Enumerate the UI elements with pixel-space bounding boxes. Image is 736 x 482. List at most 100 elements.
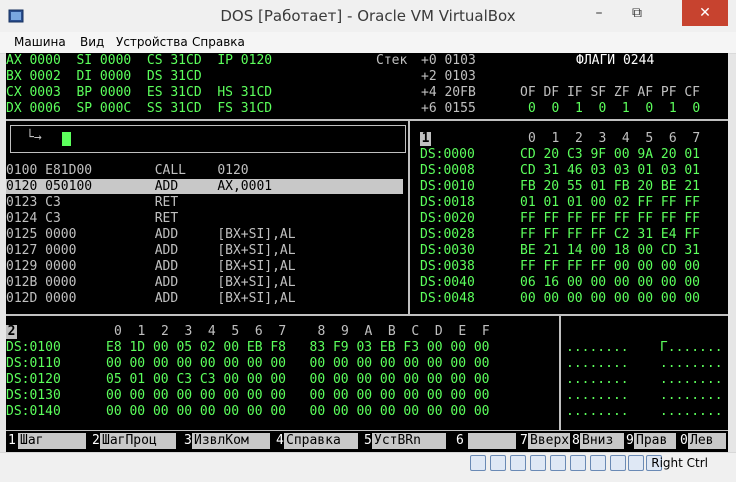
dump1-bytes[interactable]: FF FF FF FF 00 00 00 00 bbox=[520, 259, 700, 275]
dump2-bytes[interactable]: 00 00 00 00 00 00 00 00 00 00 00 00 00 0… bbox=[106, 388, 490, 404]
fkey-number: 3 bbox=[184, 433, 192, 448]
panel-number-1[interactable]: 1 bbox=[420, 132, 431, 146]
dump2-ascii: ........ ........ bbox=[566, 356, 723, 371]
fkey-number: 6 bbox=[456, 433, 464, 448]
disasm-row[interactable]: 0100 E81D00 CALL 0120 bbox=[6, 163, 249, 179]
dump1-bytes[interactable]: CD 31 46 03 03 01 03 01 bbox=[520, 163, 700, 179]
flags-names: OF DF IF SF ZF AF PF CF bbox=[520, 85, 701, 100]
fkey-left[interactable]: Лев bbox=[688, 433, 726, 449]
fkey-number: 7 bbox=[520, 433, 528, 448]
disasm-row[interactable]: 0129 0000 ADD [BX+SI],AL bbox=[6, 259, 296, 275]
dump2-bytes[interactable]: 05 01 00 C3 C3 00 00 00 00 00 00 00 00 0… bbox=[106, 372, 490, 388]
optical-drive-icon[interactable] bbox=[490, 455, 506, 471]
dump2-column-header: 0 1 2 3 4 5 6 7 8 9 A B C D E F bbox=[114, 324, 490, 339]
register-line: BX 0002 DI 0000 DS 31CD bbox=[6, 69, 202, 84]
stack-row: +2 0103 bbox=[421, 69, 476, 84]
fkey-set-breakpoint[interactable]: УстBRn bbox=[372, 433, 446, 449]
fkey-up[interactable]: Вверх bbox=[528, 433, 570, 449]
dump1-bytes[interactable]: BE 21 14 00 18 00 CD 31 bbox=[520, 243, 700, 259]
network-icon[interactable] bbox=[530, 455, 546, 471]
dump2-address: DS:0110 bbox=[6, 356, 61, 371]
dump2-bytes[interactable]: 00 00 00 00 00 00 00 00 00 00 00 00 00 0… bbox=[106, 404, 490, 420]
cpu-icon[interactable] bbox=[628, 455, 644, 471]
fkey-step[interactable]: Шаг bbox=[18, 433, 86, 449]
dump1-bytes[interactable]: 01 01 01 00 02 FF FF FF bbox=[520, 195, 700, 211]
shared-folders-icon[interactable] bbox=[570, 455, 586, 471]
stack-row: +6 0155 bbox=[421, 101, 476, 116]
disasm-row[interactable]: 0123 C3 RET bbox=[6, 195, 178, 211]
menu-devices[interactable]: Устройства bbox=[116, 33, 188, 51]
dump2-ascii: ........ Г....... bbox=[566, 340, 723, 355]
disasm-row[interactable]: 012D 0000 ADD [BX+SI],AL bbox=[6, 291, 296, 307]
usb-icon[interactable] bbox=[550, 455, 566, 471]
menu-help[interactable]: Справка bbox=[192, 33, 245, 51]
dump1-bytes[interactable]: 00 00 00 00 00 00 00 00 bbox=[520, 291, 700, 307]
dump1-address: DS:0040 bbox=[420, 275, 475, 290]
minimize-button[interactable]: – bbox=[582, 0, 616, 26]
dump1-address: DS:0010 bbox=[420, 179, 475, 194]
stack-label: Стек bbox=[376, 53, 408, 68]
dump1-bytes[interactable]: 06 16 00 00 00 00 00 00 bbox=[520, 275, 700, 291]
disasm-row[interactable]: 012B 0000 ADD [BX+SI],AL bbox=[6, 275, 296, 291]
dump2-bytes[interactable]: E8 1D 00 05 02 00 EB F8 83 F9 03 EB F3 0… bbox=[106, 340, 490, 356]
dump1-bytes[interactable]: FF FF FF FF C2 31 E4 FF bbox=[520, 227, 700, 243]
dump2-address: DS:0120 bbox=[6, 372, 61, 387]
disasm-row-selected[interactable]: 0120 050100 ADD AX,0001 bbox=[6, 179, 272, 195]
fkey-right[interactable]: Прав bbox=[634, 433, 676, 449]
dump1-address: DS:0008 bbox=[420, 163, 475, 178]
vm-display[interactable]: AX 0000 SI 0000 CS 31CD IP 0120 BX 0002 … bbox=[6, 53, 728, 452]
fkey-number: 8 bbox=[572, 433, 580, 448]
divider bbox=[408, 121, 410, 314]
dump2-ascii: ........ ........ bbox=[566, 388, 723, 403]
audio-icon[interactable] bbox=[510, 455, 526, 471]
dump1-column-header: 0 1 2 3 4 5 6 7 bbox=[528, 131, 701, 146]
divider bbox=[6, 430, 728, 431]
fkey-6-empty[interactable] bbox=[468, 433, 516, 449]
register-line: AX 0000 SI 0000 CS 31CD IP 0120 bbox=[6, 53, 273, 68]
fkey-number: 1 bbox=[8, 433, 16, 448]
fkey-fetch-command[interactable]: ИзвлКом bbox=[192, 433, 270, 449]
divider bbox=[6, 314, 728, 316]
hard-disk-icon[interactable] bbox=[470, 455, 486, 471]
menu-machine[interactable]: Машина bbox=[14, 33, 66, 51]
menu-view[interactable]: Вид bbox=[80, 33, 104, 51]
divider bbox=[6, 119, 728, 121]
dump1-address: DS:0028 bbox=[420, 227, 475, 242]
disasm-row[interactable]: 0127 0000 ADD [BX+SI],AL bbox=[6, 243, 296, 259]
dump1-address: DS:0030 bbox=[420, 243, 475, 258]
menu-bar bbox=[0, 32, 736, 54]
stack-row: +4 20FB bbox=[421, 85, 476, 100]
dump2-ascii: ........ ........ bbox=[566, 372, 723, 387]
prompt-arrow-icon: └→ bbox=[26, 130, 42, 145]
panel-number-2[interactable]: 2 bbox=[6, 325, 17, 339]
register-line: DX 0006 SP 000C SS 31CD FS 31CD bbox=[6, 101, 273, 116]
restore-button[interactable]: ⧉ bbox=[620, 0, 654, 26]
dump2-bytes[interactable]: 00 00 00 00 00 00 00 00 00 00 00 00 00 0… bbox=[106, 356, 490, 372]
fkey-number: 2 bbox=[92, 433, 100, 448]
display-icon[interactable] bbox=[590, 455, 606, 471]
fkey-help[interactable]: Справка bbox=[284, 433, 358, 449]
dump2-address: DS:0100 bbox=[6, 340, 61, 355]
dump1-address: DS:0018 bbox=[420, 195, 475, 210]
fkey-down[interactable]: Вниз bbox=[580, 433, 624, 449]
fkey-step-over[interactable]: ШагПроц bbox=[100, 433, 176, 449]
close-button[interactable]: ✕ bbox=[682, 0, 728, 26]
register-line: CX 0003 BP 0000 ES 31CD HS 31CD bbox=[6, 85, 273, 100]
host-key-label: Right Ctrl bbox=[651, 456, 708, 470]
dump1-address: DS:0048 bbox=[420, 291, 475, 306]
dump1-bytes[interactable]: FB 20 55 01 FB 20 BE 21 bbox=[520, 179, 700, 195]
dump1-address: DS:0020 bbox=[420, 211, 475, 226]
flags-values: 0 0 1 0 1 0 1 0 bbox=[528, 101, 701, 116]
fkey-number: 0 bbox=[680, 433, 688, 448]
dump1-bytes[interactable]: CD 20 C3 9F 00 9A 20 01 bbox=[520, 147, 700, 163]
stack-row: +0 0103 bbox=[421, 53, 476, 68]
disasm-row[interactable]: 0124 C3 RET bbox=[6, 211, 178, 227]
divider bbox=[559, 316, 561, 430]
dump2-ascii: ........ ........ bbox=[566, 404, 723, 419]
dump1-bytes[interactable]: FF FF FF FF FF FF FF FF bbox=[520, 211, 700, 227]
disasm-row[interactable]: 0125 0000 ADD [BX+SI],AL bbox=[6, 227, 296, 243]
capture-icon[interactable] bbox=[610, 455, 626, 471]
fkey-number: 5 bbox=[364, 433, 372, 448]
dump1-address: DS:0000 bbox=[420, 147, 475, 162]
dump2-address: DS:0140 bbox=[6, 404, 61, 419]
